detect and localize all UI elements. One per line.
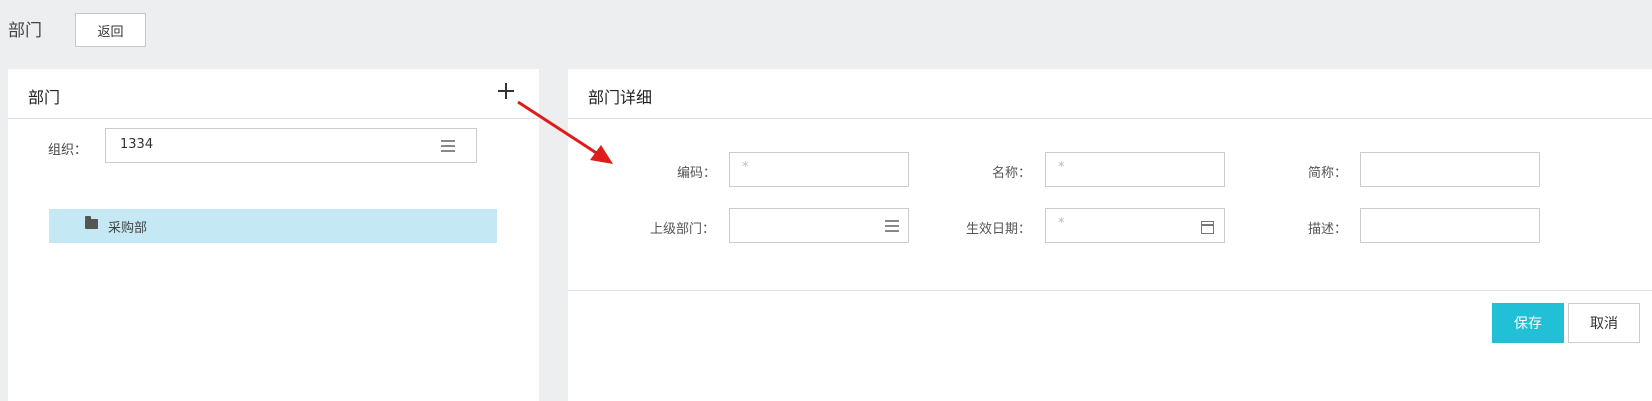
org-value: 1334 [120, 137, 154, 152]
org-select-field[interactable]: 1334 [105, 128, 477, 163]
code-field[interactable]: * [729, 152, 909, 187]
panel-header: 部门 [8, 69, 539, 119]
panel-header: 部门详细 [568, 69, 1652, 119]
name-label: 名称： [992, 166, 1032, 181]
top-bar: 部门 返回 [0, 0, 1652, 62]
parent-department-field[interactable] [729, 208, 909, 243]
short-name-label: 简称： [1308, 166, 1348, 181]
name-field[interactable]: * [1045, 152, 1225, 187]
department-tree-panel: 部门 组织： 1334 采购部 [8, 69, 539, 401]
calendar-icon[interactable] [1201, 221, 1214, 234]
org-label: 组织： [48, 143, 88, 158]
effective-date-label: 生效日期： [966, 222, 1032, 237]
tree-node-purchasing[interactable]: 采购部 [49, 209, 497, 243]
effective-date-field[interactable]: * [1045, 208, 1225, 243]
name-placeholder: * [1058, 160, 1065, 175]
code-label: 编码： [677, 166, 717, 181]
divider [568, 290, 1652, 291]
cancel-button[interactable]: 取消 [1568, 303, 1640, 343]
effective-date-placeholder: * [1058, 216, 1065, 231]
save-button[interactable]: 保存 [1492, 303, 1564, 343]
description-field[interactable] [1360, 208, 1540, 243]
description-label: 描述： [1308, 222, 1348, 237]
list-icon[interactable] [885, 220, 899, 232]
list-icon[interactable] [441, 140, 455, 152]
annotation-arrow-icon [517, 100, 613, 164]
panel-title: 部门 [28, 88, 61, 107]
code-placeholder: * [742, 160, 749, 175]
parent-label: 上级部门： [650, 222, 716, 237]
short-name-field[interactable] [1360, 152, 1540, 187]
tree-node-label: 采购部 [108, 221, 148, 236]
back-button[interactable]: 返回 [75, 13, 146, 47]
page-title: 部门 [8, 21, 42, 41]
folder-icon [85, 216, 98, 229]
department-detail-panel: 部门详细 编码： * 名称： * 简称： 上级部门： 生效日期： * 描述： 保… [568, 69, 1652, 401]
